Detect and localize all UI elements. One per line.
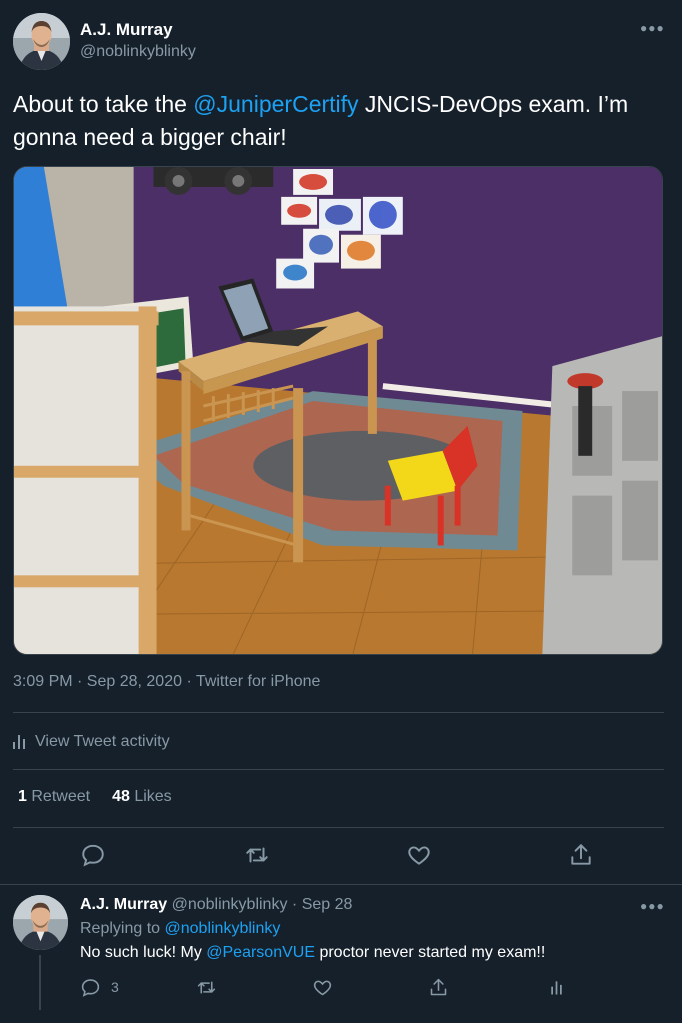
analytics-icon: [13, 735, 25, 749]
share-icon: [430, 978, 447, 995]
author-handle[interactable]: @noblinkyblinky: [80, 43, 196, 61]
tweet-photo[interactable]: [13, 166, 663, 655]
likes-label: Likes: [134, 788, 172, 805]
thread-line: [39, 955, 41, 1010]
replying-prefix: Replying to: [80, 920, 161, 937]
likes-stat[interactable]: 48 Likes: [112, 788, 172, 806]
tweet-text: About to take the @JuniperCertify JNCIS-…: [13, 88, 673, 154]
reply-date[interactable]: Sep 28: [302, 896, 353, 913]
reply-retweet-action[interactable]: [196, 976, 217, 998]
reply-share-action[interactable]: [428, 976, 449, 998]
share-icon[interactable]: [568, 842, 594, 868]
reply-icon[interactable]: [80, 842, 106, 868]
tweet-text-part: About to take the: [13, 91, 194, 117]
reply-icon: [81, 978, 100, 997]
retweet-icon: [197, 980, 216, 994]
tweet-detail-page: A.J. Murray @noblinkyblinky ●●● About to…: [0, 0, 682, 1023]
more-icon[interactable]: ●●●: [640, 20, 664, 36]
tweet-timestamp[interactable]: 3:09 PM · Sep 28, 2020 · Twitter for iPh…: [13, 673, 320, 691]
author-avatar[interactable]: [13, 13, 70, 70]
reply-author-name[interactable]: A.J. Murray: [80, 896, 167, 913]
reply-text: No such luck! My @PearsonVUE proctor nev…: [80, 944, 545, 962]
reply-count: 3: [111, 979, 119, 995]
author-name[interactable]: A.J. Murray: [80, 20, 173, 40]
divider: [13, 827, 664, 828]
replying-to: Replying to @noblinkyblinky: [80, 920, 280, 938]
separator: ·: [291, 896, 298, 913]
reply-text-part: No such luck! My: [80, 944, 207, 961]
reply-analytics-action[interactable]: [546, 976, 567, 998]
retweets-label: Retweet: [31, 788, 91, 805]
retweets-count: 1: [18, 788, 27, 805]
divider: [13, 712, 664, 713]
mention-link[interactable]: @JuniperCertify: [193, 91, 358, 117]
reply-text-part: proctor never started my exam!!: [315, 944, 546, 961]
reply-header: A.J. Murray @noblinkyblinky · Sep 28: [80, 896, 352, 914]
reply-author-handle[interactable]: @noblinkyblinky: [172, 896, 288, 913]
divider: [0, 884, 682, 885]
reply-author-avatar[interactable]: [13, 895, 68, 950]
divider: [13, 769, 664, 770]
likes-count: 48: [112, 788, 130, 805]
view-activity-link[interactable]: View Tweet activity: [13, 730, 170, 754]
retweet-icon[interactable]: [244, 842, 270, 868]
replying-handle[interactable]: @noblinkyblinky: [165, 920, 281, 937]
analytics-icon: [551, 980, 562, 994]
activity-label: View Tweet activity: [35, 733, 170, 750]
engagement-stats: 1 Retweet 48 Likes: [18, 788, 172, 806]
reply-like-action[interactable]: [312, 976, 333, 998]
like-icon[interactable]: [406, 842, 432, 868]
like-icon: [313, 980, 332, 995]
retweets-stat[interactable]: 1 Retweet: [18, 788, 90, 806]
mention-link[interactable]: @PearsonVUE: [206, 944, 315, 961]
more-icon[interactable]: ●●●: [640, 898, 664, 914]
reply-reply-action[interactable]: 3: [80, 976, 119, 998]
